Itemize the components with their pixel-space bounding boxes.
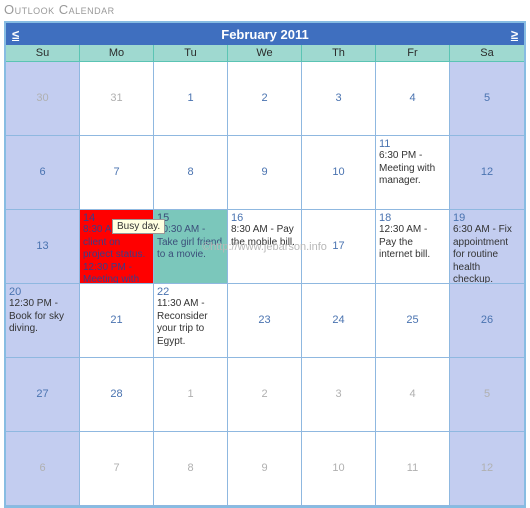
- day-cell[interactable]: 1: [154, 358, 228, 432]
- day-cell[interactable]: 24: [302, 284, 376, 358]
- day-events: 6:30 PM - Meeting with manager.: [379, 150, 446, 188]
- day-number: 31: [110, 92, 122, 106]
- weekday-su: Su: [6, 45, 80, 62]
- day-cell[interactable]: 28: [80, 358, 154, 432]
- day-number: 3: [335, 92, 341, 106]
- day-number: 10: [332, 462, 344, 476]
- day-cell[interactable]: 10: [302, 136, 376, 210]
- day-events: 8:30 AM - Pay the mobile bill.: [231, 224, 298, 249]
- day-cell[interactable]: 31: [80, 62, 154, 136]
- day-cell[interactable]: 17: [302, 210, 376, 284]
- day-cell[interactable]: 2012:30 PM - Book for sky diving.: [6, 284, 80, 358]
- day-number: 21: [110, 314, 122, 328]
- day-number: 12: [481, 462, 493, 476]
- day-cell[interactable]: 23: [228, 284, 302, 358]
- day-number: 2: [261, 92, 267, 106]
- day-cell[interactable]: 5: [450, 62, 524, 136]
- day-events: 12:30 AM - Pay the internet bill.: [379, 224, 446, 262]
- day-number: 9: [261, 462, 267, 476]
- day-cell[interactable]: 3: [302, 62, 376, 136]
- day-number: 5: [484, 92, 490, 106]
- weekday-fr: Fr: [376, 45, 450, 62]
- day-cell[interactable]: 12: [450, 136, 524, 210]
- day-number: 26: [481, 314, 493, 328]
- day-events: 12:30 PM - Book for sky diving.: [9, 298, 76, 336]
- calendar-grid: 303112345678910116:30 PM - Meeting with …: [6, 62, 524, 506]
- day-number: 4: [409, 92, 415, 106]
- day-cell[interactable]: 1: [154, 62, 228, 136]
- day-cell[interactable]: 4: [376, 62, 450, 136]
- tooltip: Busy day.: [112, 219, 165, 234]
- day-cell[interactable]: 5: [450, 358, 524, 432]
- day-cell[interactable]: 4: [376, 358, 450, 432]
- weekday-th: Th: [302, 45, 376, 62]
- day-cell[interactable]: 196:30 AM - Fix appointment for routine …: [450, 210, 524, 284]
- day-cell[interactable]: 6: [6, 136, 80, 210]
- day-cell[interactable]: 168:30 AM - Pay the mobile bill.: [228, 210, 302, 284]
- day-events: 11:30 AM - Reconsider your trip to Egypt…: [157, 298, 224, 348]
- day-number: 6: [39, 462, 45, 476]
- day-cell[interactable]: 8: [154, 136, 228, 210]
- day-number: 17: [332, 240, 344, 254]
- day-number: 4: [409, 388, 415, 402]
- day-number: 24: [332, 314, 344, 328]
- day-cell[interactable]: 2211:30 AM - Reconsider your trip to Egy…: [154, 284, 228, 358]
- day-number: 10: [332, 166, 344, 180]
- day-number: 11: [407, 462, 418, 476]
- day-number: 8: [187, 166, 193, 180]
- weekday-header: Su Mo Tu We Th Fr Sa: [6, 45, 524, 62]
- day-number: 23: [258, 314, 270, 328]
- page-title: Outlook Calendar: [0, 0, 530, 19]
- weekday-we: We: [228, 45, 302, 62]
- day-number: 28: [110, 388, 122, 402]
- day-number: 2: [261, 388, 267, 402]
- day-cell[interactable]: 9: [228, 136, 302, 210]
- day-cell[interactable]: 6: [6, 432, 80, 506]
- day-cell[interactable]: 2: [228, 358, 302, 432]
- day-number: 5: [484, 388, 490, 402]
- day-cell[interactable]: 12: [450, 432, 524, 506]
- day-cell[interactable]: 30: [6, 62, 80, 136]
- day-number: 12: [481, 166, 493, 180]
- day-cell[interactable]: 116:30 PM - Meeting with manager.: [376, 136, 450, 210]
- day-events: 10:30 AM - Take girl friend to a movie.: [157, 224, 224, 262]
- month-label: February 2011: [221, 27, 308, 42]
- day-number: 7: [113, 462, 119, 476]
- day-cell[interactable]: 11: [376, 432, 450, 506]
- day-cell[interactable]: 7: [80, 432, 154, 506]
- day-cell[interactable]: 2: [228, 62, 302, 136]
- day-cell[interactable]: 7: [80, 136, 154, 210]
- day-cell[interactable]: 25: [376, 284, 450, 358]
- day-number: 25: [406, 314, 418, 328]
- day-number: 7: [113, 166, 119, 180]
- weekday-sa: Sa: [450, 45, 524, 62]
- day-number: 9: [261, 166, 267, 180]
- day-number: 1: [187, 388, 193, 402]
- day-cell[interactable]: 21: [80, 284, 154, 358]
- day-number: 27: [36, 388, 48, 402]
- calendar-header: ≤ February 2011 ≥: [6, 23, 524, 45]
- day-cell[interactable]: 1812:30 AM - Pay the internet bill.: [376, 210, 450, 284]
- day-cell[interactable]: 26: [450, 284, 524, 358]
- day-number: 8: [187, 462, 193, 476]
- day-events: 6:30 AM - Fix appointment for routine he…: [453, 224, 521, 284]
- weekday-mo: Mo: [80, 45, 154, 62]
- day-cell[interactable]: 3: [302, 358, 376, 432]
- day-number: 30: [36, 92, 48, 106]
- prev-month-button[interactable]: ≤: [12, 27, 19, 42]
- day-number: 3: [335, 388, 341, 402]
- next-month-button[interactable]: ≥: [511, 27, 518, 42]
- day-cell[interactable]: 10: [302, 432, 376, 506]
- weekday-tu: Tu: [154, 45, 228, 62]
- day-cell[interactable]: 9: [228, 432, 302, 506]
- day-number: 13: [36, 240, 48, 254]
- day-cell[interactable]: 8: [154, 432, 228, 506]
- day-cell[interactable]: 27: [6, 358, 80, 432]
- calendar: ≤ February 2011 ≥ Su Mo Tu We Th Fr Sa 3…: [4, 21, 526, 508]
- day-number: 1: [187, 92, 193, 106]
- day-cell[interactable]: 13: [6, 210, 80, 284]
- day-number: 6: [39, 166, 45, 180]
